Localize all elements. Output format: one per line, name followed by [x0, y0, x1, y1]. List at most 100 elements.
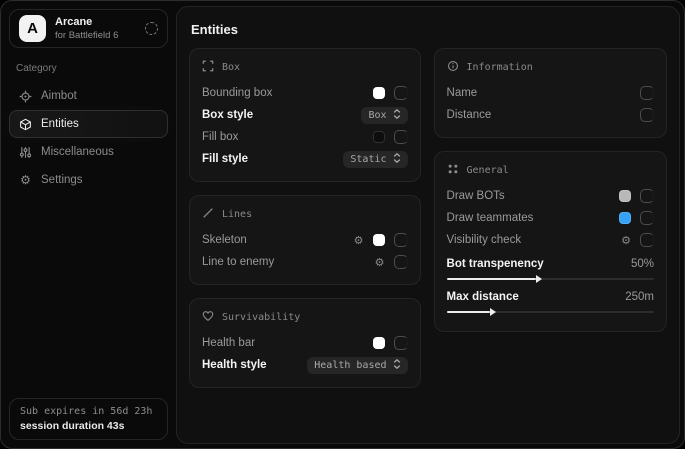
scan-corners-icon	[202, 60, 214, 75]
slider-fill[interactable]	[447, 278, 536, 280]
card-title: Box	[222, 62, 240, 73]
survivability-card: Survivability Health bar Health style	[189, 298, 421, 388]
checkbox[interactable]	[394, 233, 408, 247]
slider-label: Max distance	[447, 291, 519, 303]
setting-label: Health style	[202, 359, 267, 371]
setting-row: Health style Health based	[202, 354, 408, 376]
survivability-card-header: Survivability	[202, 310, 408, 325]
setting-row: Draw BOTs	[447, 185, 654, 207]
main-panel: Entities Box	[176, 6, 680, 444]
sliders-icon	[19, 146, 32, 159]
checkbox[interactable]	[640, 86, 654, 100]
checkbox[interactable]	[394, 336, 408, 350]
slider-label: Bot transpenency	[447, 258, 544, 270]
info-icon	[447, 60, 459, 75]
checkbox[interactable]	[394, 255, 408, 269]
setting-label: Skeleton	[202, 234, 247, 246]
setting-label: Visibility check	[447, 234, 522, 246]
setting-row: Visibility check ⚙	[447, 229, 654, 251]
information-card-header: Information	[447, 60, 654, 75]
lines-card: Lines Skeleton ⚙ Line to enemy ⚙	[189, 195, 421, 285]
bot-transparency-slider[interactable]	[447, 278, 654, 280]
slider-value: 250m	[625, 291, 654, 303]
sidebar-item-settings[interactable]: ⚙ Settings	[9, 166, 168, 194]
color-swatch[interactable]	[373, 131, 385, 143]
radar-icon[interactable]	[145, 22, 158, 35]
setting-row: Bounding box	[202, 82, 408, 104]
row-settings-gear-icon[interactable]: ⚙	[621, 235, 631, 246]
color-swatch[interactable]	[373, 87, 385, 99]
sidebar-item-miscellaneous[interactable]: Miscellaneous	[9, 138, 168, 166]
setting-row: Line to enemy ⚙	[202, 251, 408, 273]
color-swatch[interactable]	[619, 190, 631, 202]
sidebar-item-entities[interactable]: Entities	[9, 110, 168, 138]
setting-label: Bounding box	[202, 87, 272, 99]
lines-card-header: Lines	[202, 207, 408, 222]
setting-row: Health bar	[202, 332, 408, 354]
setting-row: Fill style Static	[202, 148, 408, 170]
box-style-dropdown[interactable]: Box	[361, 107, 407, 124]
slider-value: 50%	[631, 258, 654, 270]
slider-fill[interactable]	[447, 311, 491, 313]
checkbox[interactable]	[640, 108, 654, 122]
setting-label: Name	[447, 87, 478, 99]
app-subtitle: for Battlefield 6	[55, 30, 118, 41]
app-title: Arcane	[55, 16, 118, 28]
checkbox[interactable]	[640, 189, 654, 203]
grid-icon	[447, 163, 459, 178]
card-title: Lines	[222, 209, 252, 220]
subscription-expiry: Sub expires in 56d 23h	[20, 406, 157, 417]
setting-label: Draw BOTs	[447, 190, 505, 202]
dropdown-value: Health based	[314, 360, 386, 371]
checkbox[interactable]	[394, 86, 408, 100]
sidebar-item-label: Miscellaneous	[41, 146, 114, 158]
chevron-updown-icon	[393, 109, 401, 122]
slider-label-row: Bot transpenency 50%	[447, 254, 654, 273]
checkbox[interactable]	[394, 130, 408, 144]
max-distance-slider[interactable]	[447, 311, 654, 313]
dropdown-value: Box	[368, 110, 386, 121]
heart-icon	[202, 310, 214, 325]
sidebar: A Arcane for Battlefield 6 Category Aimb…	[1, 1, 176, 448]
session-duration: session duration 43s	[20, 420, 157, 432]
category-label: Category	[16, 63, 168, 74]
general-card: General Draw BOTs Draw teammates	[434, 151, 667, 332]
slider-label-row: Max distance 250m	[447, 287, 654, 306]
setting-row: Skeleton ⚙	[202, 229, 408, 251]
card-title: General	[467, 165, 509, 176]
setting-row: Distance	[447, 104, 654, 126]
row-settings-gear-icon[interactable]: ⚙	[354, 235, 364, 246]
color-swatch[interactable]	[373, 234, 385, 246]
row-settings-gear-icon[interactable]: ⚙	[375, 257, 385, 268]
sidebar-item-aimbot[interactable]: Aimbot	[9, 82, 168, 110]
settings-columns: Box Bounding box Box style Box	[177, 37, 679, 388]
subscription-card: Sub expires in 56d 23h session duration …	[9, 398, 168, 440]
app-identity: Arcane for Battlefield 6	[55, 16, 118, 41]
setting-row: Fill box	[202, 126, 408, 148]
setting-label: Draw teammates	[447, 212, 534, 224]
sidebar-item-label: Aimbot	[41, 90, 77, 102]
setting-row: Draw teammates	[447, 207, 654, 229]
crosshair-icon	[19, 90, 32, 103]
health-style-dropdown[interactable]: Health based	[307, 357, 407, 374]
color-swatch[interactable]	[373, 337, 385, 349]
setting-row: Name	[447, 82, 654, 104]
chevron-updown-icon	[393, 359, 401, 372]
color-swatch[interactable]	[619, 212, 631, 224]
app-window: A Arcane for Battlefield 6 Category Aimb…	[0, 0, 685, 449]
diagonal-line-icon	[202, 207, 214, 222]
dropdown-value: Static	[350, 154, 386, 165]
setting-label: Box style	[202, 109, 253, 121]
general-card-header: General	[447, 163, 654, 178]
setting-row: Box style Box	[202, 104, 408, 126]
gear-icon: ⚙	[19, 174, 32, 187]
checkbox[interactable]	[640, 211, 654, 225]
app-avatar: A	[19, 15, 46, 42]
card-title: Information	[467, 62, 533, 73]
page-title: Entities	[177, 7, 679, 37]
card-title: Survivability	[222, 312, 300, 323]
left-column: Box Bounding box Box style Box	[189, 48, 421, 388]
fill-style-dropdown[interactable]: Static	[343, 151, 407, 168]
checkbox[interactable]	[640, 233, 654, 247]
cube-icon	[19, 118, 32, 131]
